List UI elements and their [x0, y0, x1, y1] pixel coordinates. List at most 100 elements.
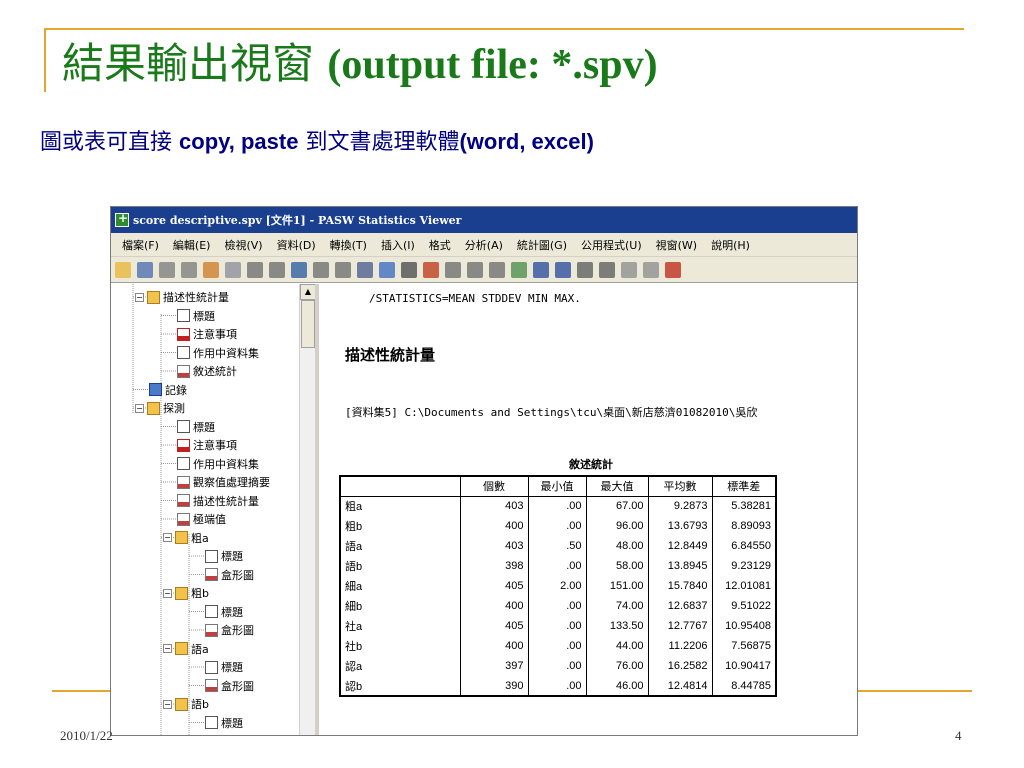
print-preview-icon[interactable]: [181, 261, 197, 278]
column-header: [340, 476, 460, 497]
title-icon: [205, 549, 218, 563]
menu-item-9[interactable]: 公用程式(U): [574, 237, 649, 253]
scroll-thumb[interactable]: [301, 300, 315, 348]
tree-node[interactable]: 作用中資料集: [177, 344, 259, 362]
folder-icon: [175, 697, 188, 711]
table-cell: .50: [527, 536, 586, 556]
tree-node[interactable]: − 粗a: [163, 529, 209, 547]
goto-case-icon[interactable]: [313, 261, 329, 278]
tree-node[interactable]: 標題: [177, 307, 215, 325]
tree-node-label: 粗a: [191, 531, 209, 545]
menu-item-11[interactable]: 說明(H): [704, 237, 757, 253]
menu-item-4[interactable]: 轉換(T): [323, 237, 374, 253]
table-cell: .00: [527, 496, 586, 516]
tree-node[interactable]: 記錄: [149, 381, 187, 399]
insert-title-icon[interactable]: [445, 261, 461, 278]
tree-node[interactable]: 注意事項: [177, 436, 237, 454]
tree-node[interactable]: 標題: [205, 714, 243, 732]
collapse-toggle-icon[interactable]: −: [163, 644, 172, 653]
tree-scrollbar[interactable]: ▲: [299, 284, 315, 735]
row-label: 細b: [345, 601, 363, 613]
tree-node-label: 語b: [191, 698, 209, 711]
tree-node[interactable]: 極端值: [177, 510, 226, 528]
tree-node[interactable]: 盒形圖: [205, 677, 254, 695]
print-icon[interactable]: [159, 261, 175, 278]
menu-item-8[interactable]: 統計圖(G): [510, 237, 574, 253]
row-label: 認a: [345, 661, 363, 673]
table-cell: 2.00: [527, 576, 586, 596]
tree-node[interactable]: 描述性統計量: [177, 492, 259, 510]
footer-date: 2010/1/22: [60, 728, 113, 743]
goto-variable-icon[interactable]: [335, 261, 351, 278]
slide-title-latin: (output file: *.spv): [327, 42, 658, 88]
tree-node-label: 粗b: [191, 587, 209, 600]
menu-item-2[interactable]: 檢視(V): [217, 237, 269, 253]
scroll-up-arrow-icon[interactable]: ▲: [300, 284, 315, 300]
tree-node[interactable]: 標題: [177, 418, 215, 436]
collapse-toggle-icon[interactable]: −: [163, 588, 172, 598]
tree-node[interactable]: 標題: [205, 658, 243, 676]
undo-icon[interactable]: [247, 261, 263, 278]
tree-node[interactable]: 標題: [205, 603, 243, 621]
export-icon[interactable]: [203, 261, 219, 278]
insert-chart-icon[interactable]: [489, 261, 505, 278]
tree-node[interactable]: − 語b: [163, 695, 209, 713]
tree-node[interactable]: 盒形圖: [205, 732, 254, 735]
column-header: 標準差: [711, 476, 776, 497]
back-icon[interactable]: [533, 261, 549, 278]
menu-item-0[interactable]: 檔案(F): [115, 237, 166, 253]
tree-node[interactable]: 盒形圖: [205, 621, 254, 639]
collapse-toggle-icon[interactable]: −: [163, 699, 172, 709]
hide-icon[interactable]: [643, 261, 659, 278]
table-cell: 76.00: [585, 656, 648, 676]
table-cell: 13.6793: [647, 516, 712, 536]
promote-icon[interactable]: [511, 261, 527, 278]
collapse-toggle-icon[interactable]: −: [135, 292, 144, 302]
title-icon: [205, 605, 218, 618]
folder-icon: [175, 642, 188, 655]
descriptive-statistics-table[interactable]: 個數 最小值 最大值 平均數 標準差 粗a 403.00 67.00 9.2873 5.38281…: [339, 475, 777, 697]
log-icon: [149, 383, 162, 396]
menu-item-5[interactable]: 插入(I): [374, 237, 422, 253]
tree-node[interactable]: − 探測: [135, 399, 185, 417]
menu-item-7[interactable]: 分析(A): [458, 237, 510, 253]
table-row: 認a 397.00 76.00 16.2582 10.90417: [340, 656, 776, 676]
tree-node[interactable]: 敘述統計: [177, 362, 237, 380]
tree-node[interactable]: − 語a: [163, 640, 209, 658]
variables-icon[interactable]: [357, 261, 373, 278]
designate-window-icon[interactable]: [665, 261, 681, 278]
show-all-icon[interactable]: [401, 261, 417, 278]
collapse-icon[interactable]: [599, 261, 615, 278]
tree-node[interactable]: 觀察值處理摘要: [177, 473, 270, 491]
tree-node-label: 盒形圖: [221, 568, 254, 582]
window-titlebar[interactable]: score descriptive.spv [文件1] - PASW Stati…: [111, 207, 857, 233]
menu-item-1[interactable]: 編輯(E): [166, 237, 218, 253]
tree-node[interactable]: − 粗b: [163, 584, 209, 602]
collapse-toggle-icon[interactable]: −: [135, 403, 144, 413]
row-label: 細a: [345, 581, 363, 593]
tree-node[interactable]: 作用中資料集: [177, 455, 259, 473]
goto-data-icon[interactable]: [291, 261, 307, 278]
redo-icon[interactable]: [269, 261, 285, 278]
collapse-toggle-icon[interactable]: −: [163, 533, 172, 542]
table-cell: 8.44785: [711, 676, 776, 696]
save-icon[interactable]: [137, 261, 153, 278]
open-folder-icon[interactable]: [115, 261, 131, 278]
tree-node[interactable]: 標題: [205, 547, 243, 565]
tree-node[interactable]: 注意事項: [177, 325, 237, 343]
show-icon[interactable]: [621, 261, 637, 278]
output-heading[interactable]: 描述性統計量: [345, 344, 435, 365]
table-row: 社b 400.00 44.00 11.2206 7.56875: [340, 636, 776, 656]
use-sets-icon[interactable]: [379, 261, 395, 278]
table-cell: 398: [459, 556, 528, 576]
forward-icon[interactable]: [555, 261, 571, 278]
menu-item-3[interactable]: 資料(D): [270, 237, 323, 253]
insert-text-icon[interactable]: [467, 261, 483, 278]
recall-dialog-icon[interactable]: [225, 261, 241, 278]
tree-node[interactable]: 盒形圖: [205, 566, 254, 584]
menu-item-10[interactable]: 視窗(W): [649, 237, 704, 253]
menu-item-6[interactable]: 格式: [422, 237, 458, 253]
insert-heading-icon[interactable]: [423, 261, 439, 278]
expand-icon[interactable]: [577, 261, 593, 278]
tree-node[interactable]: − 描述性統計量: [135, 288, 229, 306]
